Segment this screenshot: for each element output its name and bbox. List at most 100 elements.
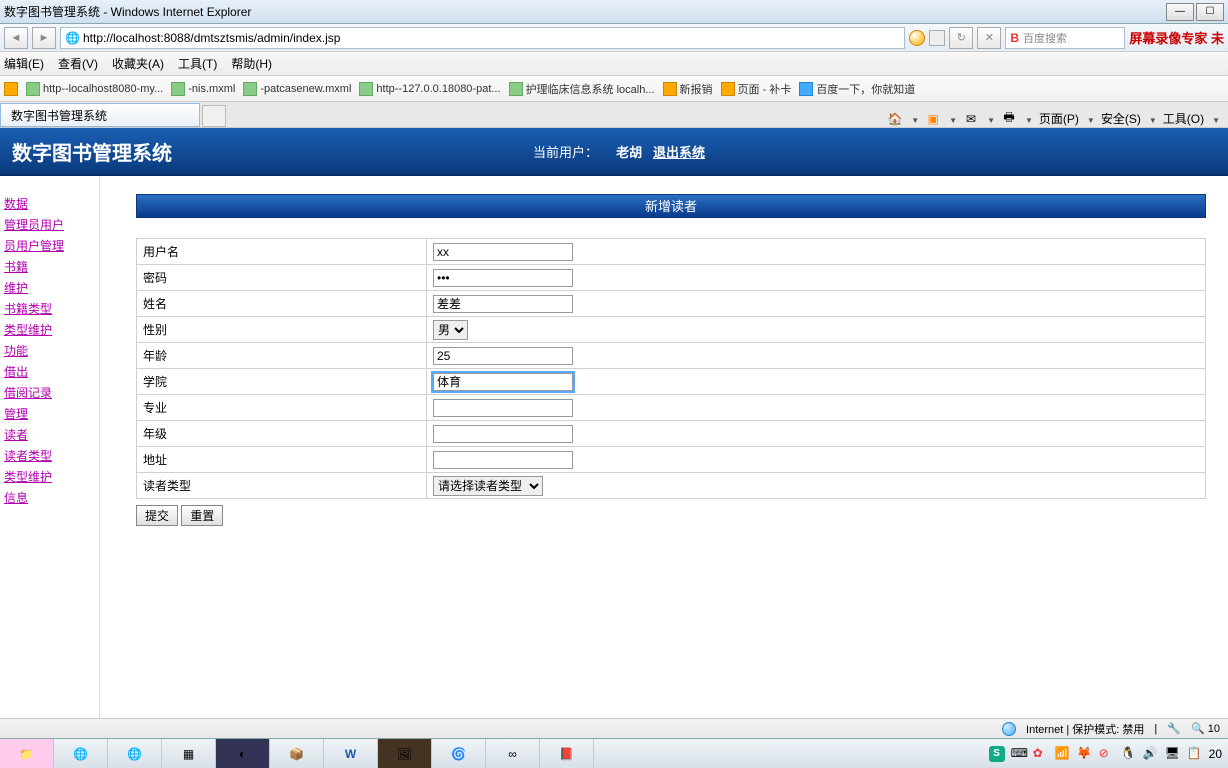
sidebar-item[interactable]: 书籍类型	[4, 299, 95, 320]
dropdown-arrow-icon[interactable]	[947, 112, 957, 126]
back-button[interactable]: ◄	[4, 27, 28, 49]
input-major[interactable]	[433, 399, 573, 417]
sogou-ime-icon[interactable]: S	[989, 746, 1005, 762]
dropdown-arrow-icon[interactable]	[985, 112, 995, 126]
label-name: 姓名	[137, 291, 427, 317]
input-password[interactable]	[433, 269, 573, 287]
sidebar-item[interactable]: 管理员用户	[4, 215, 95, 236]
tray-icon[interactable]: ⌨	[1011, 746, 1027, 762]
sidebar-item[interactable]: 管理	[4, 404, 95, 425]
dropdown-arrow-icon[interactable]	[1023, 112, 1033, 126]
task-ie2[interactable]: 🌐	[108, 739, 162, 768]
task-app3[interactable]: ∞	[486, 739, 540, 768]
sidebar-item[interactable]: 借阅记录	[4, 383, 95, 404]
fav-icon	[799, 82, 813, 96]
search-box[interactable]: B 百度搜索	[1005, 27, 1125, 49]
task-app[interactable]: ▦	[162, 739, 216, 768]
page-menu[interactable]: 页面(P)	[1039, 110, 1079, 127]
fav-item[interactable]: http--127.0.0.18080-pat...	[359, 82, 500, 96]
task-winrar[interactable]: 📦	[270, 739, 324, 768]
fav-icon	[359, 82, 373, 96]
task-image[interactable]: 🖼	[378, 739, 432, 768]
rss-icon[interactable]: ▣	[925, 111, 941, 127]
tray-icon[interactable]: 📋	[1187, 746, 1203, 762]
tray-icon[interactable]: 🖥	[1165, 746, 1181, 762]
reset-button[interactable]: 重置	[181, 505, 223, 526]
task-ie[interactable]: 🌐	[54, 739, 108, 768]
select-gender[interactable]: 男	[433, 320, 468, 340]
sidebar-item[interactable]: 类型维护	[4, 467, 95, 488]
fav-item[interactable]: 新报销	[663, 81, 713, 97]
compat-icon[interactable]	[929, 30, 945, 46]
mail-icon[interactable]: ✉	[963, 111, 979, 127]
submit-button[interactable]: 提交	[136, 505, 178, 526]
task-eclipse[interactable]: ◐	[216, 739, 270, 768]
input-username[interactable]	[433, 243, 573, 261]
tray-time[interactable]: 20	[1209, 747, 1222, 761]
menu-favorites[interactable]: 收藏夹(A)	[112, 55, 164, 72]
fav-item[interactable]: 百度一下，你就知道	[799, 81, 915, 97]
menu-tools[interactable]: 工具(T)	[178, 55, 217, 72]
sidebar-item[interactable]: 读者	[4, 425, 95, 446]
fav-icon	[171, 82, 185, 96]
fav-item[interactable]: 护理临床信息系统 localh...	[509, 81, 655, 97]
tools-menu[interactable]: 工具(O)	[1163, 110, 1204, 127]
tray-wifi-icon[interactable]: 📶	[1055, 746, 1071, 762]
fav-item[interactable]: http--localhost8080-my...	[26, 82, 163, 96]
dropdown-arrow-icon[interactable]	[1147, 112, 1157, 126]
print-icon[interactable]: 🖶	[1001, 111, 1017, 127]
protected-mode-icon[interactable]: 🔧	[1167, 722, 1181, 735]
sidebar-item[interactable]: 类型维护	[4, 320, 95, 341]
sidebar-item[interactable]: 功能	[4, 341, 95, 362]
url-input[interactable]	[83, 31, 900, 45]
tray-volume-icon[interactable]: 🔊	[1143, 746, 1159, 762]
menu-view[interactable]: 查看(V)	[58, 55, 98, 72]
dropdown-arrow-icon[interactable]	[1210, 112, 1220, 126]
input-name[interactable]	[433, 295, 573, 313]
dropdown-arrow-icon[interactable]	[909, 112, 919, 126]
safety-menu[interactable]: 安全(S)	[1101, 110, 1141, 127]
fav-item[interactable]: 页面 - 补卡	[721, 81, 792, 97]
maximize-button[interactable]: ☐	[1196, 3, 1224, 21]
sidebar-item[interactable]: 读者类型	[4, 446, 95, 467]
stop-button[interactable]: ✕	[977, 27, 1001, 49]
tray-icon[interactable]: 🦊	[1077, 746, 1093, 762]
sidebar-item[interactable]: 信息	[4, 488, 95, 509]
refresh-button[interactable]: ↻	[949, 27, 973, 49]
menu-edit[interactable]: 编辑(E)	[4, 55, 44, 72]
fav-icon	[243, 82, 257, 96]
window-title: 数字图书管理系统 - Windows Internet Explorer	[4, 3, 251, 20]
sidebar-item[interactable]: 员用户管理	[4, 236, 95, 257]
input-grade[interactable]	[433, 425, 573, 443]
menu-help[interactable]: 帮助(H)	[231, 55, 272, 72]
zoom-level[interactable]: 🔍 10	[1191, 722, 1220, 735]
dropdown-arrow-icon[interactable]	[1085, 112, 1095, 126]
label-username: 用户名	[137, 239, 427, 265]
fav-item[interactable]: -nis.mxml	[171, 82, 235, 96]
input-age[interactable]	[433, 347, 573, 365]
select-readertype[interactable]: 请选择读者类型	[433, 476, 543, 496]
task-app4[interactable]: 📕	[540, 739, 594, 768]
task-word[interactable]: W	[324, 739, 378, 768]
sidebar-item[interactable]: 借出	[4, 362, 95, 383]
logout-link[interactable]: 退出系统	[653, 145, 705, 160]
active-tab[interactable]: 数字图书管理系统	[0, 103, 200, 127]
tray-icon[interactable]: 🐧	[1121, 746, 1137, 762]
input-college[interactable]	[433, 373, 573, 391]
tray-icon[interactable]: ✿	[1033, 746, 1049, 762]
tab-bar: 数字图书管理系统 🏠 ▣ ✉ 🖶 页面(P) 安全(S) 工具(O)	[0, 102, 1228, 128]
home-icon[interactable]: 🏠	[887, 111, 903, 127]
url-field[interactable]: 🌐	[60, 27, 905, 49]
new-tab-button[interactable]	[202, 105, 226, 127]
tray-icon[interactable]: ⊘	[1099, 746, 1115, 762]
fav-item[interactable]: -patcasenew.mxml	[243, 82, 351, 96]
sidebar-item[interactable]: 书籍	[4, 257, 95, 278]
task-explorer[interactable]: 📁	[0, 739, 54, 768]
input-address[interactable]	[433, 451, 573, 469]
task-app2[interactable]: 🌀	[432, 739, 486, 768]
favorites-star-icon[interactable]	[4, 82, 18, 96]
forward-button[interactable]: ►	[32, 27, 56, 49]
sidebar-item[interactable]: 维护	[4, 278, 95, 299]
sidebar-item[interactable]: 数据	[4, 194, 95, 215]
minimize-button[interactable]: —	[1166, 3, 1194, 21]
